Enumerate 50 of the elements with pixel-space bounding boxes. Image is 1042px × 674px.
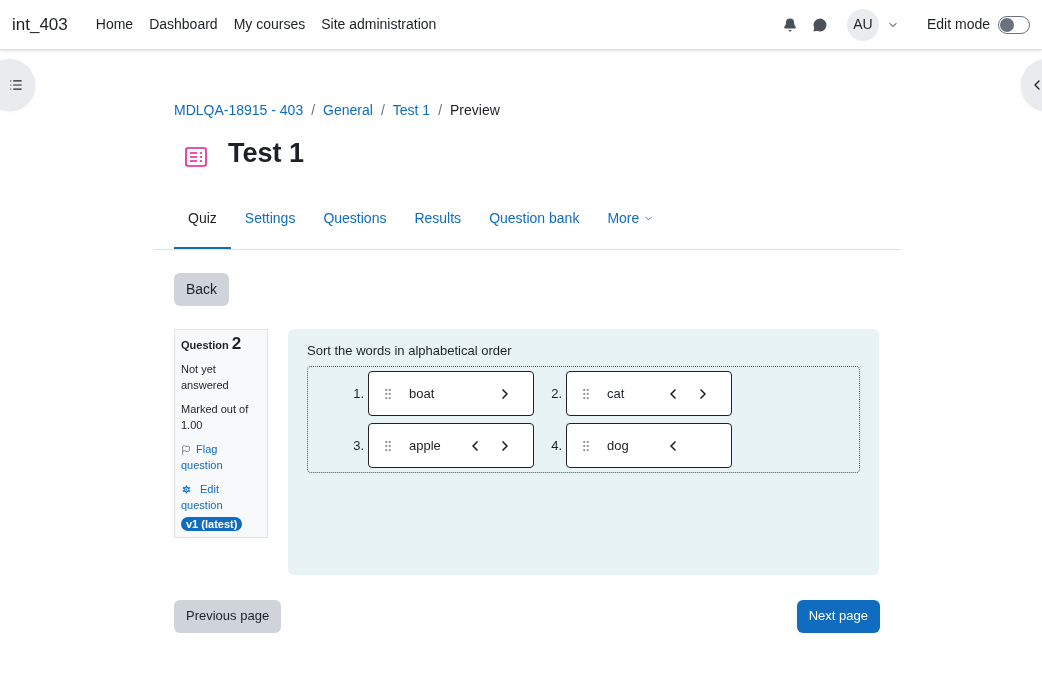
breadcrumb-separator: / (311, 101, 316, 120)
next-page-button[interactable]: Next page (796, 599, 880, 633)
nav-link[interactable]: Home (95, 14, 134, 35)
nav-tab[interactable]: Question bank (475, 203, 594, 249)
sortable-item[interactable]: cat (566, 371, 732, 416)
nav-tab[interactable]: Settings (230, 203, 310, 249)
item-word: boat (409, 384, 436, 403)
user-avatar[interactable]: AU (846, 8, 879, 41)
sortable-item[interactable]: apple (368, 423, 534, 468)
nav-tab[interactable]: More (593, 203, 669, 249)
item-number: 1. (352, 384, 364, 403)
edit-question-link[interactable]: Edit question (181, 480, 261, 513)
sortable-item[interactable]: boat (368, 371, 534, 416)
list-icon (9, 77, 23, 92)
sortable-item[interactable]: dog (566, 423, 732, 468)
nav-tab[interactable]: Results (400, 203, 476, 249)
quiz-icon (184, 145, 208, 169)
breadcrumb-link[interactable]: General (323, 100, 373, 121)
breadcrumb-link[interactable]: Test 1 (392, 100, 431, 121)
breadcrumb-separator: / (380, 101, 385, 120)
question-prompt: Sort the words in alphabetical order (307, 341, 513, 360)
chat-bubble-icon[interactable] (812, 17, 827, 32)
breadcrumb-separator: / (438, 101, 443, 120)
gear-icon (181, 484, 192, 496)
nav-link[interactable]: My courses (233, 14, 306, 35)
breadcrumb-current-page: Preview (450, 101, 500, 120)
nav-tab[interactable]: Quiz (174, 203, 231, 249)
version-badge: v1 (latest) (181, 516, 243, 531)
edit-mode-toggle[interactable] (998, 15, 1030, 34)
question-mark: Marked out of 1.00 (181, 401, 250, 433)
nav-link[interactable]: Dashboard (149, 14, 218, 35)
flag-question-link[interactable]: Flag question (181, 440, 261, 473)
item-word: dog (607, 436, 630, 455)
previous-page-button[interactable]: Previous page (174, 599, 282, 633)
page-title: Test 1 (228, 137, 305, 170)
question-number: Question 2 (181, 335, 243, 353)
item-number: 4. (550, 436, 562, 455)
nav-link[interactable]: Site administration (321, 14, 437, 35)
item-word: apple (409, 436, 442, 455)
item-word: cat (607, 384, 626, 403)
item-number: 3. (352, 436, 364, 455)
question-status: Not yet answered (181, 361, 230, 393)
notification-bell-icon[interactable] (782, 17, 797, 32)
flag-icon (181, 444, 191, 455)
nav-tab[interactable]: Questions (309, 203, 401, 249)
item-number: 2. (550, 384, 562, 403)
breadcrumb-link[interactable]: MDLQA-18915 - 403 (174, 100, 304, 121)
site-name[interactable]: int_403 (12, 11, 68, 38)
edit-mode-label: Edit mode (926, 15, 990, 34)
back-button[interactable]: Back (174, 272, 230, 306)
